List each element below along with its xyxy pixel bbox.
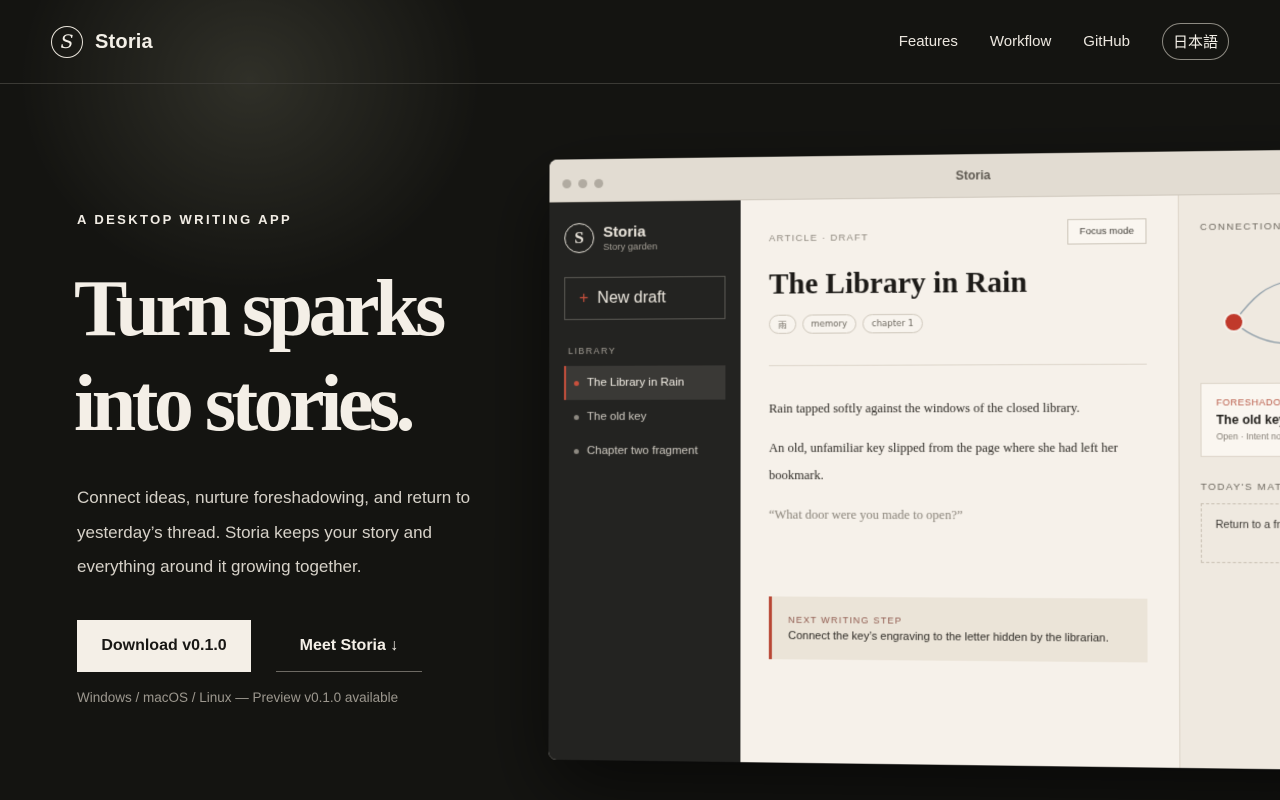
materials-heading: TODAY'S MATERIALS [1200,481,1280,494]
sidebar-logo-icon: S [564,222,595,254]
window-titlebar: Storia [549,148,1280,203]
app-sidebar: S Storia Story garden + New draft LIBRAR… [548,200,741,766]
nav-link-github[interactable]: GitHub [1083,33,1130,50]
next-writing-step: NEXT WRITING STEP Connect the key’s engr… [768,596,1148,663]
library-item-library-in-rain[interactable]: The Library in Rain [564,365,726,400]
bullet-icon [573,448,579,454]
language-button[interactable]: 日本語 [1161,23,1229,60]
connections-heading: CONNECTIONS [1199,220,1280,234]
headline-line-1: Turn sparks [74,265,446,353]
material-card[interactable]: Return to a fragment from last week [1200,503,1280,564]
plus-icon: + [579,289,589,307]
dialogue-line: “What door were you made to open?” [768,507,963,523]
nav-links: Features Workflow GitHub 日本語 [867,23,1229,60]
nav-link-features[interactable]: Features [899,33,958,50]
headline-line-2: into stories. [74,360,416,448]
tag-memory[interactable]: memory [801,314,857,334]
connections-panel: CONNECTIONS FORESHADOWING The old key Op… [1177,193,1280,771]
tag-list: 雨 memory chapter 1 [768,313,929,334]
next-step-label: NEXT WRITING STEP [788,614,903,626]
divider [768,363,1147,367]
article-title[interactable]: The Library in Rain [769,266,1027,301]
sidebar-app-subtitle: Story garden [603,241,658,253]
hero-eyebrow: A DESKTOP WRITING APP [77,212,293,227]
library-list: The Library in Rain The old key Chapter … [564,365,726,468]
new-draft-button[interactable]: + New draft [564,275,726,321]
tag-chapter-1[interactable]: chapter 1 [862,313,923,334]
tag-rain[interactable]: 雨 [768,314,796,334]
library-item-label: The old key [586,410,647,423]
brand[interactable]: S Storia [51,26,153,58]
brand-name: Storia [95,30,153,53]
new-draft-label: New draft [597,288,666,307]
editor-pane: ARTICLE · DRAFT Focus mode The Library i… [740,195,1180,771]
card-meta: Open · Intent noted [1216,431,1280,442]
card-title: The old key [1216,412,1280,428]
focus-mode-button[interactable]: Focus mode [1067,218,1147,245]
article-body[interactable]: Rain tapped softly against the windows o… [769,394,1140,542]
card-tag: FORESHADOWING [1216,397,1280,408]
storia-logo-icon: S [51,26,83,58]
hero-lead: Connect ideas, nurture foreshadowing, an… [77,488,471,576]
library-item-old-key[interactable]: The old key [564,400,725,434]
paragraph: Rain tapped softly against the windows o… [768,400,1080,416]
meet-storia-link[interactable]: Meet Storia ↓ [276,620,422,672]
sidebar-app-name: Storia [603,223,646,241]
library-item-label: The Library in Rain [586,376,685,389]
nav-link-workflow[interactable]: Workflow [990,33,1051,50]
library-heading: LIBRARY [568,345,617,357]
app-preview-window: Storia S Storia Story garden + New draft… [548,148,1280,771]
platforms-note: Windows / macOS / Linux — Preview v0.1.0… [77,690,399,705]
paragraph: An old, unfamiliar key slipped from the … [768,440,1118,483]
bullet-icon [573,414,579,420]
article-meta: ARTICLE · DRAFT [768,232,869,245]
foreshadowing-card[interactable]: FORESHADOWING The old key Open · Intent … [1200,382,1280,457]
top-nav: S Storia Features Workflow GitHub 日本語 [0,0,1280,84]
bullet-icon [574,380,580,386]
next-step-text: Connect the key’s engraving to the lette… [788,629,1109,645]
window-title: Storia [955,168,991,183]
hero-headline: Turn sparks into stories. [74,262,446,452]
library-item-label: Chapter two fragment [586,444,698,457]
node-current-icon[interactable] [1224,313,1243,332]
download-button[interactable]: Download v0.1.0 [77,620,251,672]
connections-graph [1200,255,1280,359]
library-item-chapter-two[interactable]: Chapter two fragment [564,434,725,468]
